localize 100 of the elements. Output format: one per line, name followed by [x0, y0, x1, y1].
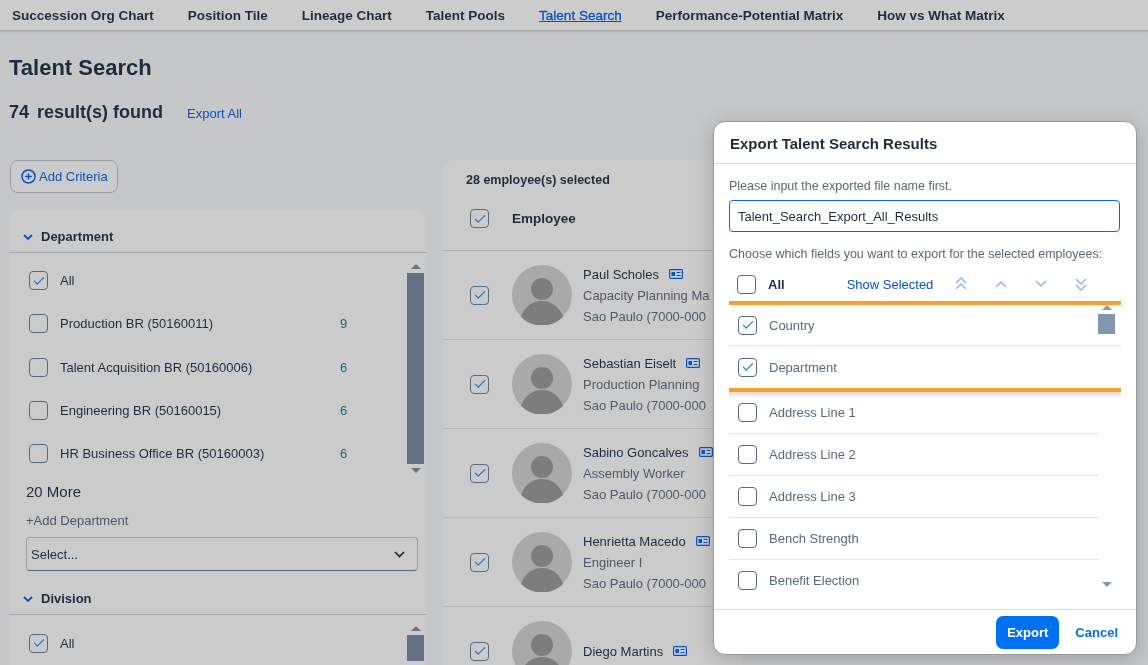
chevron-icon[interactable] [23, 232, 33, 241]
nav-tab[interactable]: How vs What Matrix [877, 7, 1005, 23]
more-count: 20 More [26, 483, 83, 501]
option-count: 6 [340, 359, 348, 375]
add-criteria-button[interactable]: Add Criteria [10, 160, 118, 193]
location: Sao Paulo (7000-000 [583, 397, 706, 413]
id-card-icon[interactable] [695, 536, 710, 546]
nav-tab[interactable]: Talent Search [539, 7, 622, 23]
result-label: result(s) found [37, 102, 164, 123]
checkbox[interactable] [470, 641, 489, 661]
checkbox[interactable] [29, 271, 48, 291]
option-count: 6 [340, 446, 348, 462]
page-title: Talent Search [9, 54, 153, 82]
checkbox[interactable] [738, 445, 757, 464]
job-title: Production Planning [583, 376, 701, 392]
avatar [512, 354, 572, 414]
checkbox[interactable] [29, 314, 48, 334]
chevron-icon[interactable] [23, 595, 33, 603]
chevron-down-icon [394, 551, 405, 558]
nav-tab[interactable]: Performance-Potential Matrix [655, 7, 844, 23]
move-top-icon[interactable] [955, 277, 968, 291]
show-selected-link[interactable]: Show Selected [846, 276, 934, 292]
nav-tab[interactable]: Talent Pools [425, 7, 506, 23]
employee-name[interactable]: Sebastian Eiselt [583, 355, 677, 371]
avatar [512, 532, 572, 592]
export-button[interactable]: Export [996, 615, 1060, 649]
plus-circle-icon [21, 169, 36, 184]
checkbox[interactable] [738, 315, 757, 335]
employee-name[interactable]: Sabino Goncalves [583, 444, 689, 460]
field-option: Address Line 2 [769, 447, 856, 462]
move-down-icon[interactable] [1035, 280, 1048, 288]
field-option: Address Line 1 [769, 405, 856, 420]
add-department-link[interactable]: +Add Department [26, 513, 426, 529]
scrollbar[interactable] [1098, 305, 1115, 587]
field-row[interactable]: Address Line 3 [729, 476, 1099, 518]
scrollbar[interactable] [407, 264, 424, 474]
checkbox[interactable] [738, 357, 757, 377]
dialog-title: Export Talent Search Results [714, 122, 1136, 164]
field-option: Bench Strength [769, 531, 859, 546]
checkbox[interactable] [29, 357, 48, 377]
filter-option: Production BR (50160011) [60, 316, 340, 332]
checkbox[interactable] [737, 274, 756, 294]
checkbox[interactable] [470, 209, 489, 228]
all-label: All [768, 276, 785, 292]
field-row[interactable]: Benefit Election [729, 560, 1099, 591]
id-card-icon[interactable] [686, 358, 701, 368]
employee-name[interactable]: Diego Martins [583, 643, 664, 659]
checkbox[interactable] [738, 571, 757, 590]
field-option: Address Line 3 [769, 489, 856, 504]
filter-option: HR Business Office BR (50160003) [60, 446, 340, 462]
avatar [512, 443, 572, 503]
job-title: Capacity Planning Ma [583, 287, 710, 303]
filter-option: Talent Acquisition BR (50160006) [60, 359, 340, 375]
move-up-icon[interactable] [995, 280, 1008, 288]
checkbox[interactable] [470, 374, 489, 394]
id-card-icon[interactable] [698, 447, 713, 457]
filter-title: Division [41, 591, 92, 607]
checkbox[interactable] [29, 633, 48, 653]
job-title: Engineer I [583, 554, 644, 570]
field-option: Country [769, 317, 815, 333]
checkbox[interactable] [29, 444, 48, 464]
nav-tab[interactable]: Position Tile [187, 7, 268, 23]
field-row[interactable]: Bench Strength [729, 518, 1099, 560]
filter-title: Department [41, 229, 114, 244]
field-row[interactable]: Address Line 1 [729, 392, 1099, 434]
employee-name[interactable]: Paul Scholes [583, 266, 659, 282]
field-option: Benefit Election [769, 573, 860, 588]
file-name-field[interactable]: Talent_Search_Export_All_Results [729, 200, 1120, 232]
filter-option: All [60, 635, 340, 651]
field-row[interactable]: Country [729, 301, 1121, 346]
avatar [512, 265, 572, 325]
job-title: Assembly Worker [583, 465, 686, 481]
filter-option: All [60, 273, 340, 289]
nav-tab[interactable]: Lineage Chart [301, 7, 392, 23]
checkbox[interactable] [29, 401, 48, 421]
location: Sao Paulo (7000-000 [583, 486, 707, 502]
result-count: 74 [9, 102, 30, 123]
field-row[interactable]: Address Line 2 [729, 434, 1099, 476]
location: Sao Paulo (7000-000 [583, 575, 707, 591]
checkbox[interactable] [470, 463, 489, 483]
employee-name[interactable]: Henrietta Macedo [583, 533, 686, 549]
checkbox[interactable] [738, 529, 757, 548]
id-card-icon[interactable] [668, 269, 683, 279]
cancel-button[interactable]: Cancel [1065, 624, 1128, 640]
location: Sao Paulo (7000-000 [583, 308, 707, 324]
nav-tab[interactable]: Succession Org Chart [12, 7, 154, 23]
move-bottom-icon[interactable] [1075, 277, 1088, 291]
checkbox[interactable] [470, 552, 489, 572]
select-dropdown[interactable]: Select... [26, 537, 418, 572]
filter-option: Engineering BR (50160015) [60, 403, 340, 419]
id-card-icon[interactable] [673, 646, 688, 656]
option-count: 6 [340, 403, 348, 419]
checkbox[interactable] [738, 487, 757, 506]
checkbox[interactable] [738, 403, 757, 422]
avatar [512, 621, 572, 665]
export-all-link[interactable]: Export All [187, 106, 242, 121]
column-header: Employee [512, 211, 576, 226]
field-option: Department [769, 359, 837, 375]
field-label: Choose which fields you want to export for the selected employees: [729, 247, 1104, 261]
checkbox[interactable] [470, 285, 489, 305]
